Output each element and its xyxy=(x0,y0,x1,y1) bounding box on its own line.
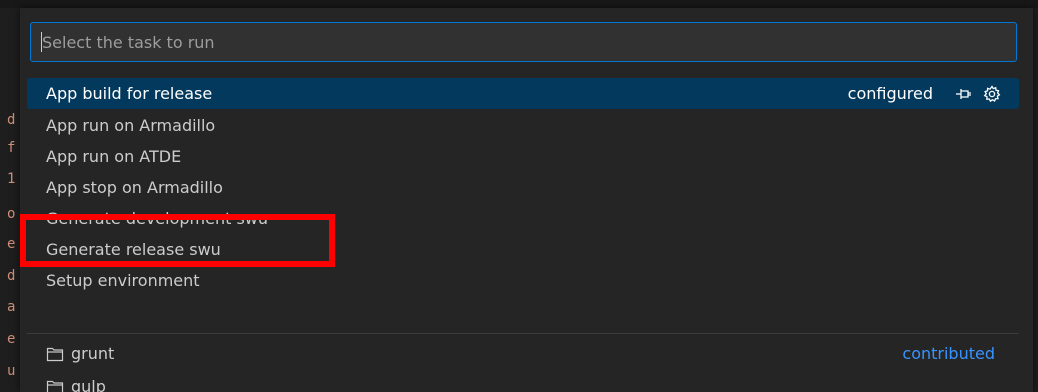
background-char: a xyxy=(7,299,16,315)
task-label: Setup environment xyxy=(46,271,200,290)
pin-icon[interactable] xyxy=(953,83,975,105)
background-char: u xyxy=(7,363,16,379)
task-label: App build for release xyxy=(46,84,213,103)
group-separator xyxy=(27,333,1019,334)
folder-icon xyxy=(46,378,64,392)
task-label: App stop on Armadillo xyxy=(46,178,223,197)
task-actions: configured xyxy=(848,83,1019,105)
quick-pick-panel: App build for release configured App run… xyxy=(20,8,1033,392)
task-label: App run on ATDE xyxy=(46,147,182,166)
task-label: grunt xyxy=(71,344,115,363)
task-item-app-build-for-release[interactable]: App build for release configured xyxy=(27,78,1019,109)
title-bar-strip xyxy=(0,0,1038,8)
gear-icon[interactable] xyxy=(981,83,1003,105)
background-char: e xyxy=(7,331,16,347)
task-item-app-stop-on-armadillo[interactable]: App stop on Armadillo xyxy=(27,172,1019,203)
background-char: 1 xyxy=(7,171,16,187)
task-actions: contributed xyxy=(902,344,1019,363)
task-item-app-run-on-atde[interactable]: App run on ATDE xyxy=(27,141,1019,172)
task-label: App run on Armadillo xyxy=(46,116,216,135)
task-group-grunt[interactable]: grunt contributed xyxy=(27,338,1019,369)
task-description: contributed xyxy=(902,344,995,363)
background-char: d xyxy=(7,268,16,284)
highlight-annotation xyxy=(20,214,335,267)
background-char: d xyxy=(7,112,16,128)
text-caret xyxy=(41,32,42,52)
background-char: e xyxy=(7,236,16,252)
task-label: gulp xyxy=(71,377,106,392)
background-char: o xyxy=(7,206,16,222)
folder-icon xyxy=(46,345,64,363)
task-description: configured xyxy=(847,84,933,103)
task-item-setup-environment[interactable]: Setup environment xyxy=(27,265,1019,296)
task-group-gulp[interactable]: gulp xyxy=(27,371,1019,392)
task-item-app-run-on-armadillo[interactable]: App run on Armadillo xyxy=(27,110,1019,141)
task-search-input[interactable] xyxy=(40,26,944,58)
task-search-box[interactable] xyxy=(30,22,1017,62)
background-char: f xyxy=(7,140,16,156)
